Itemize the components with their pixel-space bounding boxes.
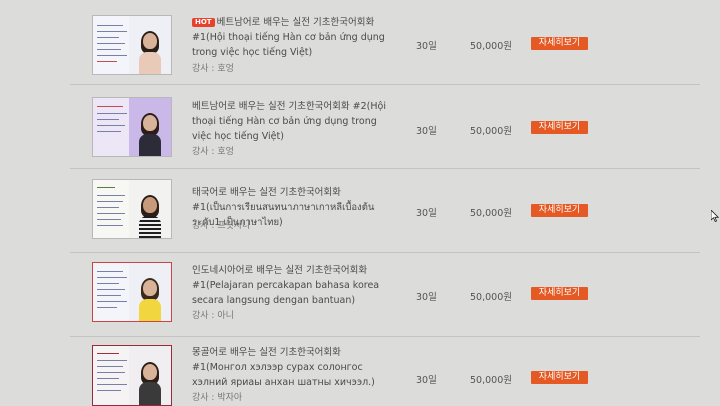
course-row: HOT 베트남어로 배우는 실전 기초한국어회화 #1(Hội thoại tiế… bbox=[70, 0, 700, 85]
course-price: 50,000원 bbox=[470, 375, 512, 386]
mouse-cursor-icon bbox=[711, 210, 719, 222]
course-duration: 30일 bbox=[416, 375, 437, 386]
instructor-photo bbox=[139, 113, 161, 156]
course-teacher: 강사 : 호엉 bbox=[192, 147, 234, 157]
course-duration: 30일 bbox=[416, 126, 437, 137]
course-teacher: 강사 : 박자아 bbox=[192, 393, 243, 403]
hot-badge: HOT bbox=[192, 18, 215, 27]
details-button[interactable]: 자세히보기 bbox=[531, 37, 588, 50]
instructor-photo bbox=[139, 195, 161, 238]
instructor-photo bbox=[139, 361, 161, 405]
course-title[interactable]: 몽골어로 배우는 실전 기초한국어회화 #1(Монгол хэлээр сур… bbox=[192, 345, 388, 390]
course-price: 50,000원 bbox=[470, 292, 512, 303]
instructor-photo bbox=[139, 278, 161, 321]
course-title[interactable]: HOT 베트남어로 배우는 실전 기초한국어회화 #1(Hội thoại tiế… bbox=[192, 15, 388, 60]
course-title-text[interactable]: 베트남어로 배우는 실전 기초한국어회화 #1(Hội thoại tiếng … bbox=[192, 17, 385, 58]
course-row: 베트남어로 배우는 실전 기초한국어회화 #2(Hội thoại tiếng … bbox=[70, 84, 700, 169]
details-button[interactable]: 자세히보기 bbox=[531, 204, 588, 217]
course-row: 인도네시아어로 배우는 실전 기초한국어회화 #1(Pelajaran perc… bbox=[70, 252, 700, 337]
course-thumbnail[interactable] bbox=[92, 15, 172, 75]
course-thumbnail[interactable] bbox=[92, 262, 172, 322]
course-thumbnail[interactable] bbox=[92, 345, 172, 406]
course-price: 50,000원 bbox=[470, 126, 512, 137]
course-row: 몽골어로 배우는 실전 기초한국어회화 #1(Монгол хэлээр сур… bbox=[70, 336, 700, 406]
course-price: 50,000원 bbox=[470, 208, 512, 219]
course-duration: 30일 bbox=[416, 292, 437, 303]
course-thumbnail[interactable] bbox=[92, 97, 172, 157]
course-title[interactable]: 인도네시아어로 배우는 실전 기초한국어회화 #1(Pelajaran perc… bbox=[192, 263, 388, 308]
course-row: 태국어로 배우는 실전 기초한국어회화 #1(เป็นการเรียนสนทนา… bbox=[70, 168, 700, 253]
course-list: HOT 베트남어로 배우는 실전 기초한국어회화 #1(Hội thoại tiế… bbox=[70, 0, 700, 406]
details-button[interactable]: 자세히보기 bbox=[531, 121, 588, 134]
instructor-photo bbox=[139, 31, 161, 74]
course-duration: 30일 bbox=[416, 41, 437, 52]
details-button[interactable]: 자세히보기 bbox=[531, 371, 588, 384]
course-teacher: 강사 : 아니 bbox=[192, 311, 234, 321]
course-teacher: 강사 : 호엉 bbox=[192, 64, 234, 74]
course-teacher: 강사 : 프릿사나 bbox=[192, 221, 251, 231]
course-thumbnail[interactable] bbox=[92, 179, 172, 239]
course-duration: 30일 bbox=[416, 208, 437, 219]
course-title[interactable]: 베트남어로 배우는 실전 기초한국어회화 #2(Hội thoại tiếng … bbox=[192, 99, 388, 144]
details-button[interactable]: 자세히보기 bbox=[531, 287, 588, 300]
course-price: 50,000원 bbox=[470, 41, 512, 52]
